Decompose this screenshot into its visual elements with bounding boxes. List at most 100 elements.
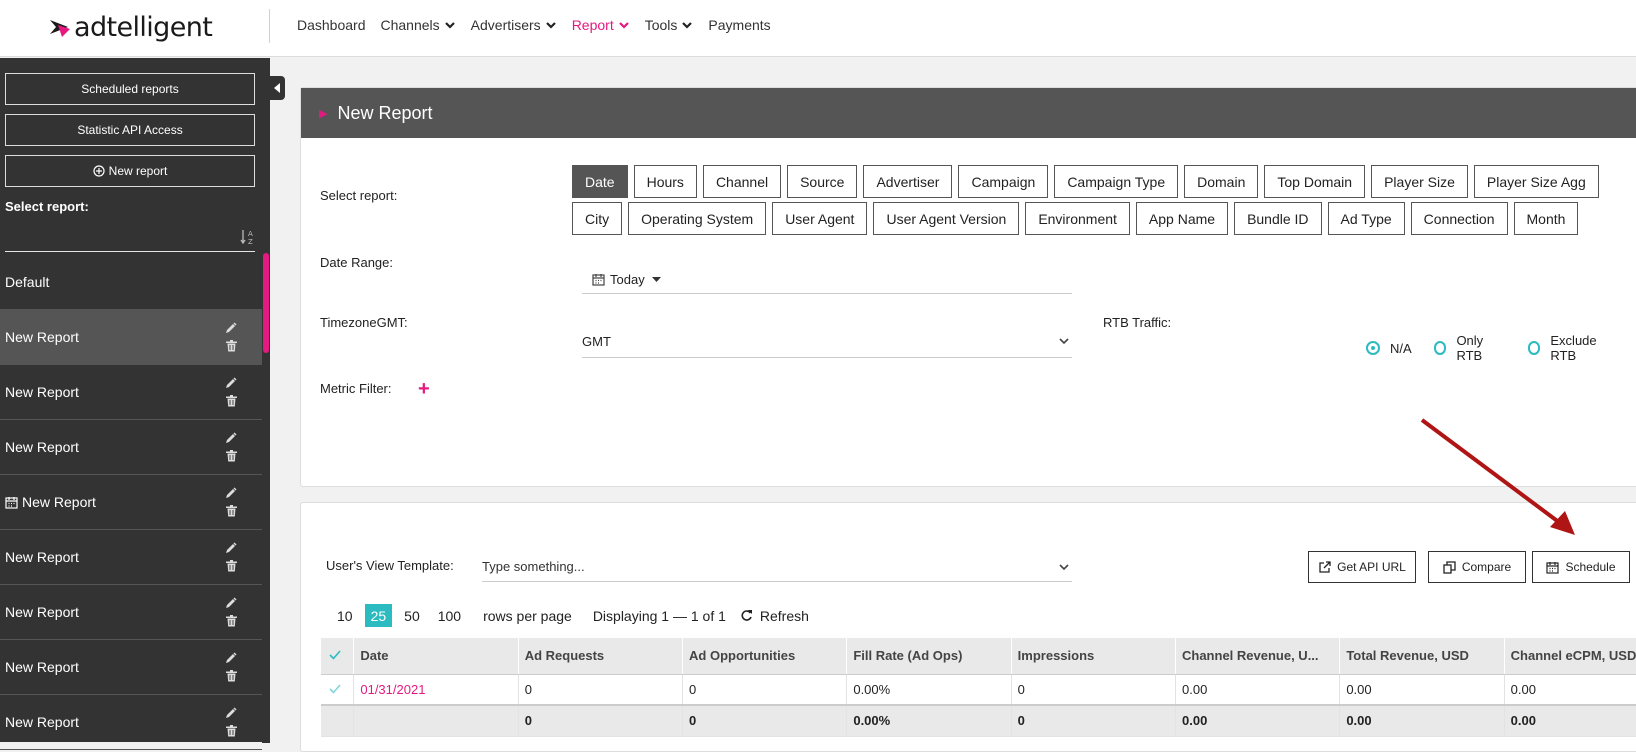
column-header[interactable]: Date [353,638,519,675]
row-checkbox[interactable] [321,674,355,706]
page-size-10[interactable]: 10 [331,604,359,627]
trash-icon[interactable] [226,340,237,352]
report-list-item[interactable]: New Report [0,585,262,640]
column-header[interactable]: Total Revenue, USD [1339,638,1505,675]
nav-item-payments[interactable]: Payments [708,17,770,33]
dimension-chip-top-domain[interactable]: Top Domain [1264,165,1366,198]
report-item-label-wrap: New Report [5,494,96,510]
column-header[interactable]: Fill Rate (Ad Ops) [846,638,1012,675]
dimension-chip-connection[interactable]: Connection [1410,202,1508,235]
logo[interactable]: adtelligent [48,12,213,43]
panel-header[interactable]: ▶ New Report [301,88,1636,138]
scheduled-reports-button[interactable]: Scheduled reports [5,73,255,105]
row-date-link[interactable]: 01/31/2021 [353,674,519,706]
report-list-item[interactable]: New Report [0,310,262,365]
rtb-radio-n-a[interactable]: N/A [1366,333,1412,363]
trash-icon[interactable] [226,450,237,462]
dimension-chip-channel[interactable]: Channel [702,165,782,198]
report-list-item[interactable]: New Report [0,640,262,695]
dimension-chip-environment[interactable]: Environment [1025,202,1130,235]
schedule-button[interactable]: Schedule [1532,551,1630,583]
report-list-item[interactable]: New Report [0,530,262,585]
pencil-icon[interactable] [225,322,237,334]
template-select[interactable]: Type something... [482,552,1072,582]
column-header[interactable]: Channel Revenue, U... [1175,638,1341,675]
pencil-icon[interactable] [225,432,237,444]
trash-icon[interactable] [226,395,237,407]
nav-item-label: Report [571,17,614,33]
pencil-icon[interactable] [225,377,237,389]
rtb-traffic-radio-group: N/A Only RTB Exclude RTB [1366,333,1636,363]
rtb-radio-exclude-rtb[interactable]: Exclude RTB [1527,333,1617,363]
collapse-sidebar-button[interactable] [268,76,285,100]
dimension-chip-advertiser[interactable]: Advertiser [863,165,953,198]
trash-icon[interactable] [226,505,237,517]
statistic-api-button[interactable]: Statistic API Access [5,114,255,146]
dimension-chip-campaign-type[interactable]: Campaign Type [1054,165,1179,198]
date-range-picker[interactable]: Today [582,266,1072,294]
report-list-item[interactable]: Default [0,255,262,310]
radio-circle-icon [1366,341,1380,355]
refresh-button[interactable]: Refresh [740,608,809,624]
pencil-icon[interactable] [225,597,237,609]
nav-item-dashboard[interactable]: Dashboard [297,17,366,33]
sort-alpha-icon[interactable]: A Z [240,228,256,246]
dimension-chip-bundle-id[interactable]: Bundle ID [1234,202,1322,235]
dimension-chip-user-agent-version[interactable]: User Agent Version [873,202,1020,235]
pencil-icon[interactable] [225,542,237,554]
pencil-icon[interactable] [225,707,237,719]
scrollbar-thumb[interactable] [263,253,269,353]
new-report-button[interactable]: New report [5,155,255,187]
pencil-icon[interactable] [225,652,237,664]
dimension-chip-city[interactable]: City [572,202,623,235]
dimension-chip-campaign[interactable]: Campaign [958,165,1049,198]
table-row[interactable]: 01/31/2021 0 0 0.00% 0 0.00 0.00 0.00 [321,674,1636,706]
template-label: User's View Template: [326,558,454,573]
pencil-icon[interactable] [225,487,237,499]
dimension-chip-hours[interactable]: Hours [633,165,697,198]
dimension-chip-user-agent[interactable]: User Agent [772,202,868,235]
date-range-label: Date Range: [320,255,393,270]
nav-item-advertisers[interactable]: Advertisers [471,17,557,33]
dimension-chip-source[interactable]: Source [787,165,858,198]
page-size-50[interactable]: 50 [398,604,426,627]
nav-item-label: Tools [644,17,678,33]
report-list-item[interactable]: New Report [0,475,262,530]
dimension-chip-player-size-agg[interactable]: Player Size Agg [1473,165,1599,198]
nav-item-tools[interactable]: Tools [645,17,694,33]
trash-icon[interactable] [226,560,237,572]
dimension-chip-month[interactable]: Month [1513,202,1579,235]
dimension-chip-date[interactable]: Date [572,165,628,198]
dimension-chip-ad-type[interactable]: Ad Type [1327,202,1405,235]
select-all-checkbox[interactable] [321,638,355,675]
page-size-100[interactable]: 100 [432,604,467,627]
page-size-25[interactable]: 25 [364,604,393,627]
column-header[interactable]: Impressions [1011,638,1177,675]
add-metric-filter-icon[interactable]: + [418,378,430,401]
dimension-chip-operating-system[interactable]: Operating System [628,202,767,235]
table-cell: 0 [682,674,848,706]
rtb-radio-only-rtb[interactable]: Only RTB [1433,333,1506,363]
trash-icon[interactable] [226,725,237,737]
total-cell [353,704,519,737]
check-icon [329,684,341,694]
dimension-chip-player-size[interactable]: Player Size [1371,165,1468,198]
trash-icon[interactable] [226,670,237,682]
main-nav: Dashboard Channels Advertisers Report Tools P… [297,17,786,33]
timezone-select[interactable]: GMT [582,325,1072,358]
report-list-item[interactable]: New Report [0,420,262,475]
nav-item-channels[interactable]: Channels [381,17,456,33]
report-list-item[interactable]: New Report [0,365,262,420]
column-header[interactable]: Channel eCPM, USD [1504,638,1636,675]
get-api-url-button[interactable]: Get API URL [1308,551,1416,583]
table-cell: 0 [1011,674,1177,706]
dimension-chip-app-name[interactable]: App Name [1135,202,1229,235]
column-header[interactable]: Ad Requests [518,638,684,675]
timezone-value: GMT [582,333,611,349]
trash-icon[interactable] [226,615,237,627]
compare-button[interactable]: Compare [1428,551,1526,583]
caret-down-icon [651,276,661,282]
dimension-chip-domain[interactable]: Domain [1184,165,1259,198]
column-header[interactable]: Ad Opportunities [682,638,848,675]
nav-item-report[interactable]: Report [572,17,630,33]
